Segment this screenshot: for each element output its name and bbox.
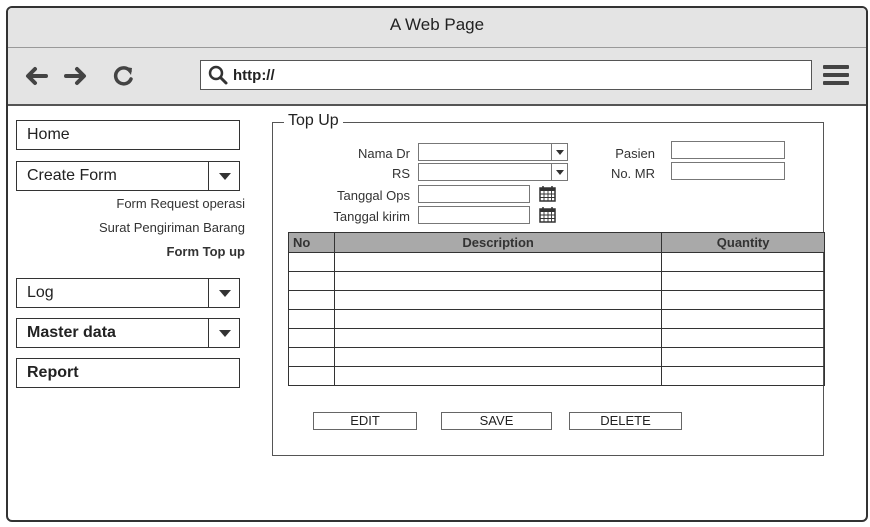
calendar-icon[interactable] (539, 206, 556, 223)
table-cell-no[interactable] (288, 309, 335, 329)
column-header-quantity: Quantity (661, 232, 825, 253)
sidebar-item-home[interactable]: Home (16, 120, 240, 150)
chevron-down-icon (219, 173, 231, 180)
sidebar-item-label: Report (27, 364, 79, 381)
table-cell-quantity[interactable] (661, 309, 825, 329)
table-cell-description[interactable] (333, 271, 663, 291)
table-row (288, 252, 825, 272)
top-up-legend: Top Up (284, 112, 343, 130)
sidebar-item-label: Master data (27, 324, 116, 341)
table-cell-quantity[interactable] (661, 328, 825, 348)
dropdown-toggle[interactable] (208, 318, 240, 348)
window-title: A Web Page (389, 15, 485, 34)
tanggal-kirim-label: Tanggal kirim (333, 209, 410, 224)
table-header-row: No Description Quantity (288, 232, 825, 253)
items-table: No Description Quantity (288, 232, 825, 386)
delete-button[interactable]: DELETE (569, 412, 682, 430)
tanggal-ops-input[interactable] (418, 185, 530, 203)
table-cell-no[interactable] (288, 366, 335, 386)
sidebar-subitem-form-request-operasi[interactable]: Form Request operasi (116, 196, 245, 211)
no-mr-label: No. MR (610, 166, 655, 181)
table-cell-description[interactable] (333, 309, 663, 329)
sidebar-item-label: Home (27, 126, 70, 143)
chevron-down-icon (219, 290, 231, 297)
no-mr-input[interactable] (671, 162, 785, 180)
table-cell-quantity[interactable] (661, 366, 825, 386)
table-cell-quantity[interactable] (661, 271, 825, 291)
table-cell-description[interactable] (333, 366, 663, 386)
nama-dr-label: Nama Dr (357, 146, 410, 161)
table-row (288, 290, 825, 310)
table-cell-no[interactable] (288, 271, 335, 291)
pasien-input[interactable] (671, 141, 785, 159)
table-cell-quantity[interactable] (661, 252, 825, 272)
save-button[interactable]: SAVE (441, 412, 552, 430)
table-cell-no[interactable] (288, 252, 335, 272)
table-cell-description[interactable] (333, 328, 663, 348)
nama-dr-select[interactable] (418, 143, 568, 161)
sidebar-item-log[interactable]: Log (16, 278, 240, 308)
edit-button[interactable]: EDIT (313, 412, 417, 430)
chevron-down-icon (551, 164, 567, 180)
back-arrow-icon[interactable] (24, 65, 48, 87)
sidebar-item-label: Create Form (27, 167, 117, 184)
tanggal-kirim-input[interactable] (418, 206, 530, 224)
table-cell-quantity[interactable] (661, 347, 825, 367)
sidebar-subitem-surat-pengiriman-barang[interactable]: Surat Pengiriman Barang (99, 220, 245, 235)
dropdown-toggle[interactable] (208, 161, 240, 191)
table-row (288, 309, 825, 329)
menu-icon[interactable] (823, 64, 849, 86)
tanggal-ops-label: Tanggal Ops (337, 188, 410, 203)
table-row (288, 347, 825, 367)
table-cell-description[interactable] (333, 347, 663, 367)
dropdown-toggle[interactable] (208, 278, 240, 308)
table-cell-no[interactable] (288, 347, 335, 367)
sidebar-item-label: Log (27, 284, 54, 301)
sidebar-item-master-data[interactable]: Master data (16, 318, 240, 348)
url-input[interactable] (233, 65, 793, 85)
sidebar-subitem-form-top-up[interactable]: Form Top up (167, 244, 245, 259)
rs-label: RS (391, 166, 410, 181)
table-cell-no[interactable] (288, 328, 335, 348)
rs-select[interactable] (418, 163, 568, 181)
table-row (288, 271, 825, 291)
chevron-down-icon (551, 144, 567, 160)
column-header-description: Description (333, 232, 663, 253)
browser-toolbar (8, 48, 866, 106)
table-cell-description[interactable] (333, 290, 663, 310)
forward-arrow-icon[interactable] (64, 65, 88, 87)
sidebar-item-create-form[interactable]: Create Form (16, 161, 240, 191)
calendar-icon[interactable] (539, 185, 556, 202)
address-bar[interactable] (200, 60, 812, 90)
chevron-down-icon (219, 330, 231, 337)
title-bar: A Web Page (8, 8, 866, 48)
column-header-no: No (288, 232, 335, 253)
sidebar-item-report[interactable]: Report (16, 358, 240, 388)
pasien-label: Pasien (615, 146, 655, 161)
table-cell-no[interactable] (288, 290, 335, 310)
reload-icon[interactable] (112, 65, 136, 87)
search-icon (208, 65, 228, 85)
table-row (288, 328, 825, 348)
table-row (288, 366, 825, 386)
table-cell-quantity[interactable] (661, 290, 825, 310)
table-cell-description[interactable] (333, 252, 663, 272)
